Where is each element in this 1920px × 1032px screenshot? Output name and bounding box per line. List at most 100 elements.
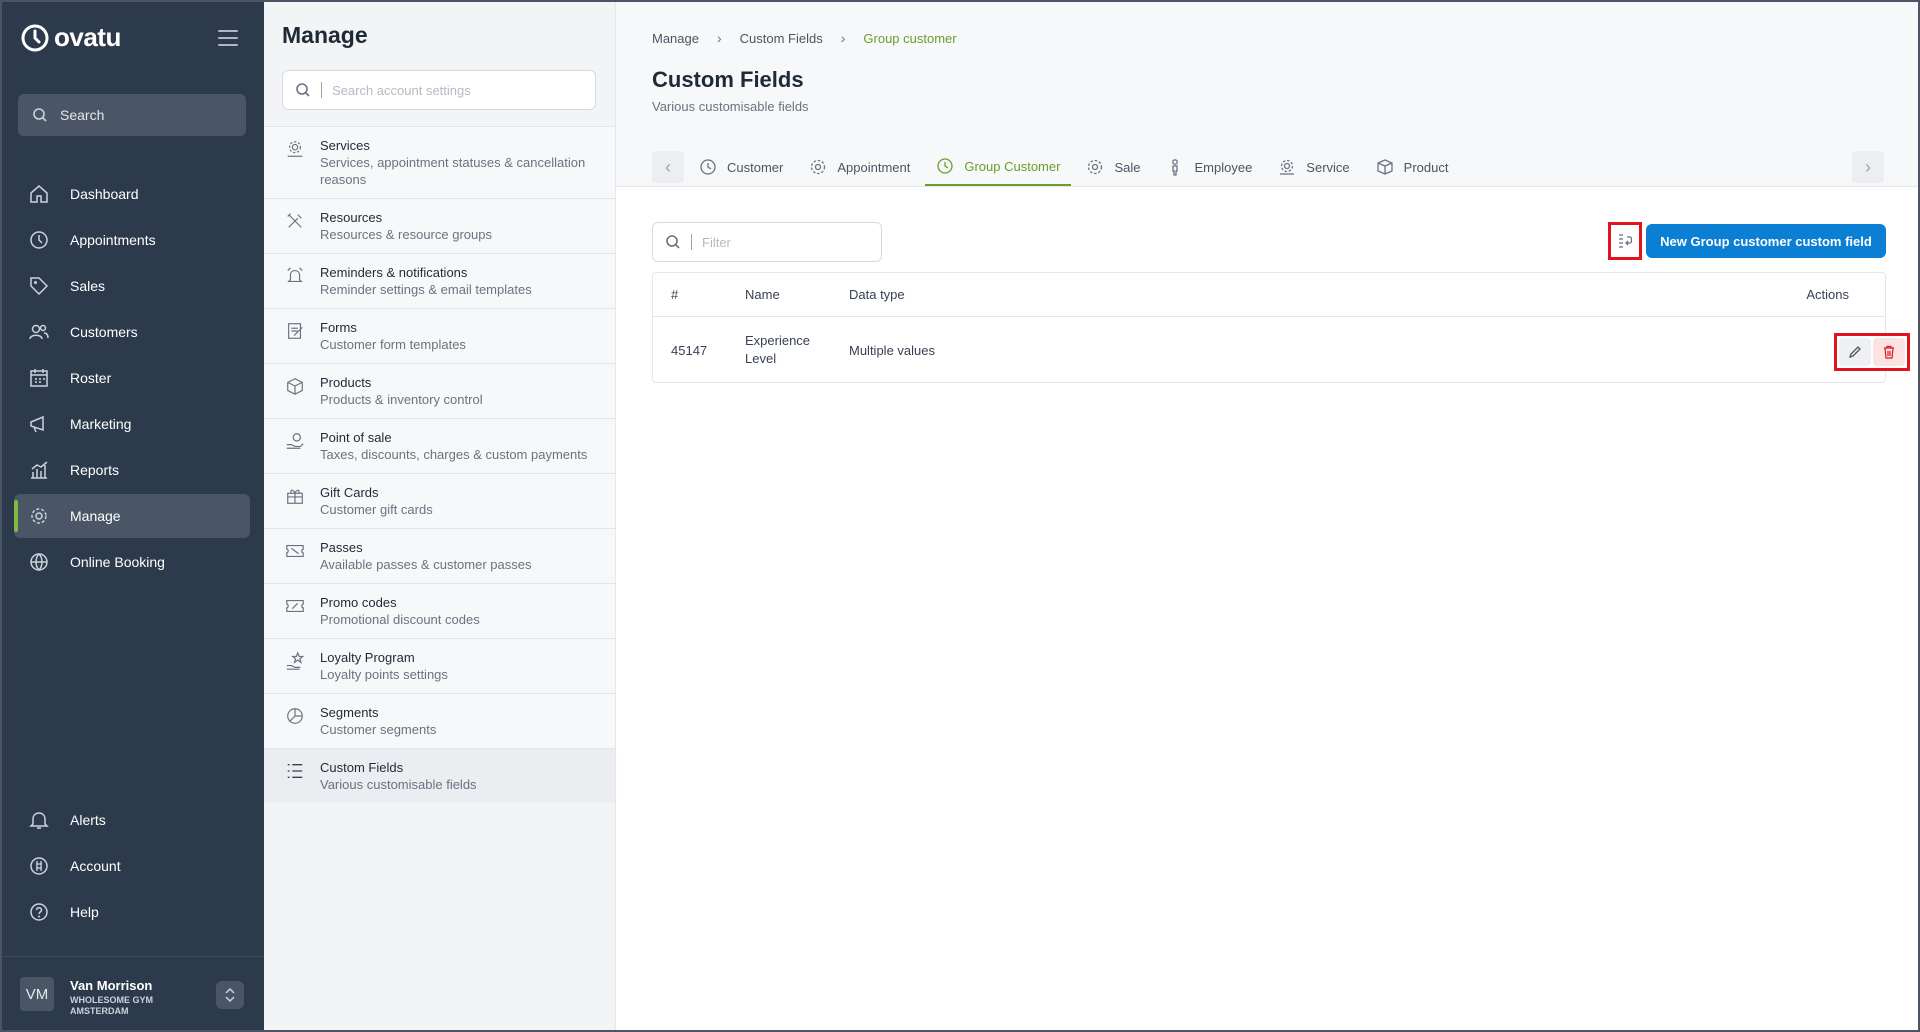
manage-item-products[interactable]: Products Products & inventory control	[264, 363, 615, 418]
manage-item-title: Gift Cards	[320, 485, 379, 500]
manage-item-title: Resources	[320, 210, 383, 225]
filter-placeholder: Filter	[702, 234, 731, 250]
manage-item-custom-fields[interactable]: Custom Fields Various customisable fields	[264, 748, 615, 803]
manage-item-sub: Taxes, discounts, charges & custom payme…	[320, 447, 588, 462]
tabs-scroll-right-button[interactable]: ›	[1852, 151, 1884, 183]
cell-type: Multiple values	[849, 342, 935, 358]
logo[interactable]: ovatu	[20, 22, 121, 53]
nav-item-label: Appointments	[70, 232, 156, 248]
manage-search-input[interactable]: Search account settings	[282, 70, 596, 110]
tabs-scroll-left-button[interactable]: ‹	[652, 151, 684, 183]
manage-item-resources[interactable]: Resources Resources & resource groups	[264, 198, 615, 253]
delete-button[interactable]	[1873, 338, 1905, 366]
reorder-icon	[1619, 234, 1633, 248]
manage-item-gift-cards[interactable]: Gift Cards Customer gift cards	[264, 473, 615, 528]
search-icon	[33, 108, 47, 122]
table-row[interactable]: 45147 Experience Level Multiple values	[653, 317, 1885, 383]
tag-icon	[30, 277, 49, 296]
services-gear-icon	[287, 141, 303, 157]
manage-title: Manage	[282, 22, 368, 48]
column-header-actions: Actions	[1806, 287, 1849, 302]
manage-item-point-of-sale[interactable]: Point of sale Taxes, discounts, charges &…	[264, 418, 615, 473]
chevron-right-icon: ›	[840, 30, 846, 46]
menu-toggle-icon[interactable]	[218, 30, 238, 46]
manage-item-title: Products	[320, 375, 372, 390]
home-icon	[30, 185, 48, 203]
new-custom-field-button[interactable]: New Group customer custom field	[1646, 224, 1886, 258]
manage-item-forms[interactable]: Forms Customer form templates	[264, 308, 615, 363]
manage-item-segments[interactable]: Segments Customer segments	[264, 693, 615, 748]
clock-icon	[700, 159, 716, 175]
nav-menu: Dashboard Appointments Sales Customers R…	[0, 172, 264, 586]
manage-item-reminders[interactable]: Reminders & notifications Reminder settin…	[264, 253, 615, 308]
page-header: Manage › Custom Fields › Group customer …	[616, 0, 1920, 187]
nav-item-marketing[interactable]: Marketing	[14, 402, 250, 446]
reorder-button[interactable]	[1608, 222, 1642, 260]
breadcrumb-manage[interactable]: Manage	[652, 31, 699, 46]
tab-customer[interactable]: Customer	[688, 148, 794, 186]
main-content: Manage › Custom Fields › Group customer …	[616, 0, 1920, 1032]
manage-item-loyalty-program[interactable]: Loyalty Program Loyalty points settings	[264, 638, 615, 693]
nav-item-label: Marketing	[70, 416, 132, 432]
nav-item-reports[interactable]: Reports	[14, 448, 250, 492]
tab-sale[interactable]: Sale	[1075, 148, 1151, 186]
nav-item-appointments[interactable]: Appointments	[14, 218, 250, 262]
box-icon	[287, 378, 303, 395]
tab-group-customer[interactable]: Group Customer	[925, 148, 1072, 186]
user-menu-toggle[interactable]	[216, 981, 244, 1009]
tab-label: Appointment	[837, 159, 911, 175]
breadcrumb-custom-fields[interactable]: Custom Fields	[740, 31, 823, 46]
nav-item-dashboard[interactable]: Dashboard	[14, 172, 250, 216]
nav-item-roster[interactable]: Roster	[14, 356, 250, 400]
nav-item-online-booking[interactable]: Online Booking	[14, 540, 250, 584]
manage-item-promo-codes[interactable]: Promo codes Promotional discount codes	[264, 583, 615, 638]
nav-item-label: Alerts	[70, 812, 106, 828]
chevron-up-down-icon	[225, 988, 235, 1002]
nav-search-button[interactable]: Search	[18, 94, 246, 136]
nav-item-label: Dashboard	[70, 186, 139, 202]
nav-item-label: Account	[70, 858, 121, 874]
manage-item-title: Loyalty Program	[320, 650, 415, 665]
ticket-icon	[286, 544, 304, 558]
list-icon	[287, 763, 303, 779]
text-caret	[321, 82, 322, 98]
tab-product[interactable]: Product	[1365, 148, 1460, 186]
manage-item-sub: Customer segments	[320, 722, 437, 737]
gear-icon	[1280, 159, 1295, 175]
manage-list: Services Services, appointment statuses &…	[264, 126, 615, 803]
clock-icon	[937, 158, 954, 174]
breadcrumb: Manage › Custom Fields › Group customer	[652, 30, 957, 46]
nav-bottom-menu: Alerts Account Help	[0, 798, 264, 936]
pie-chart-icon	[287, 708, 303, 724]
edit-button[interactable]	[1839, 338, 1871, 366]
nav-item-sales[interactable]: Sales	[14, 264, 250, 308]
manage-item-sub: Customer form templates	[320, 337, 466, 352]
user-profile[interactable]: VM Van Morrison WHOLESOME GYM AMSTERDAM	[0, 956, 264, 1032]
manage-item-passes[interactable]: Passes Available passes & customer passes	[264, 528, 615, 583]
person-icon	[1172, 159, 1179, 176]
nav-item-account[interactable]: Account	[14, 844, 250, 888]
manage-item-title: Passes	[320, 540, 363, 555]
tab-appointment[interactable]: Appointment	[798, 148, 921, 186]
logo-text: ovatu	[54, 22, 121, 52]
manage-item-sub: Customer gift cards	[320, 502, 433, 517]
manage-item-title: Custom Fields	[320, 760, 404, 775]
row-actions	[1834, 333, 1910, 371]
tab-employee[interactable]: Employee	[1155, 148, 1263, 186]
calendar-icon	[30, 369, 48, 387]
chevron-right-icon: ›	[716, 30, 722, 46]
nav-item-alerts[interactable]: Alerts	[14, 798, 250, 842]
manage-item-title: Point of sale	[320, 430, 392, 445]
nav-item-manage[interactable]: Manage	[14, 494, 250, 538]
nav-item-help[interactable]: Help	[14, 890, 250, 934]
manage-item-services[interactable]: Services Services, appointment statuses &…	[264, 126, 615, 198]
column-header-type: Data type	[849, 287, 905, 302]
filter-input[interactable]: Filter	[652, 222, 882, 262]
megaphone-icon	[30, 415, 44, 433]
manage-item-sub: Services, appointment statuses & cancell…	[320, 155, 586, 187]
user-name: Van Morrison	[70, 978, 153, 993]
manage-item-sub: Various customisable fields	[320, 777, 477, 792]
nav-item-customers[interactable]: Customers	[14, 310, 250, 354]
globe-icon	[30, 553, 48, 572]
tab-service[interactable]: Service	[1267, 148, 1360, 186]
